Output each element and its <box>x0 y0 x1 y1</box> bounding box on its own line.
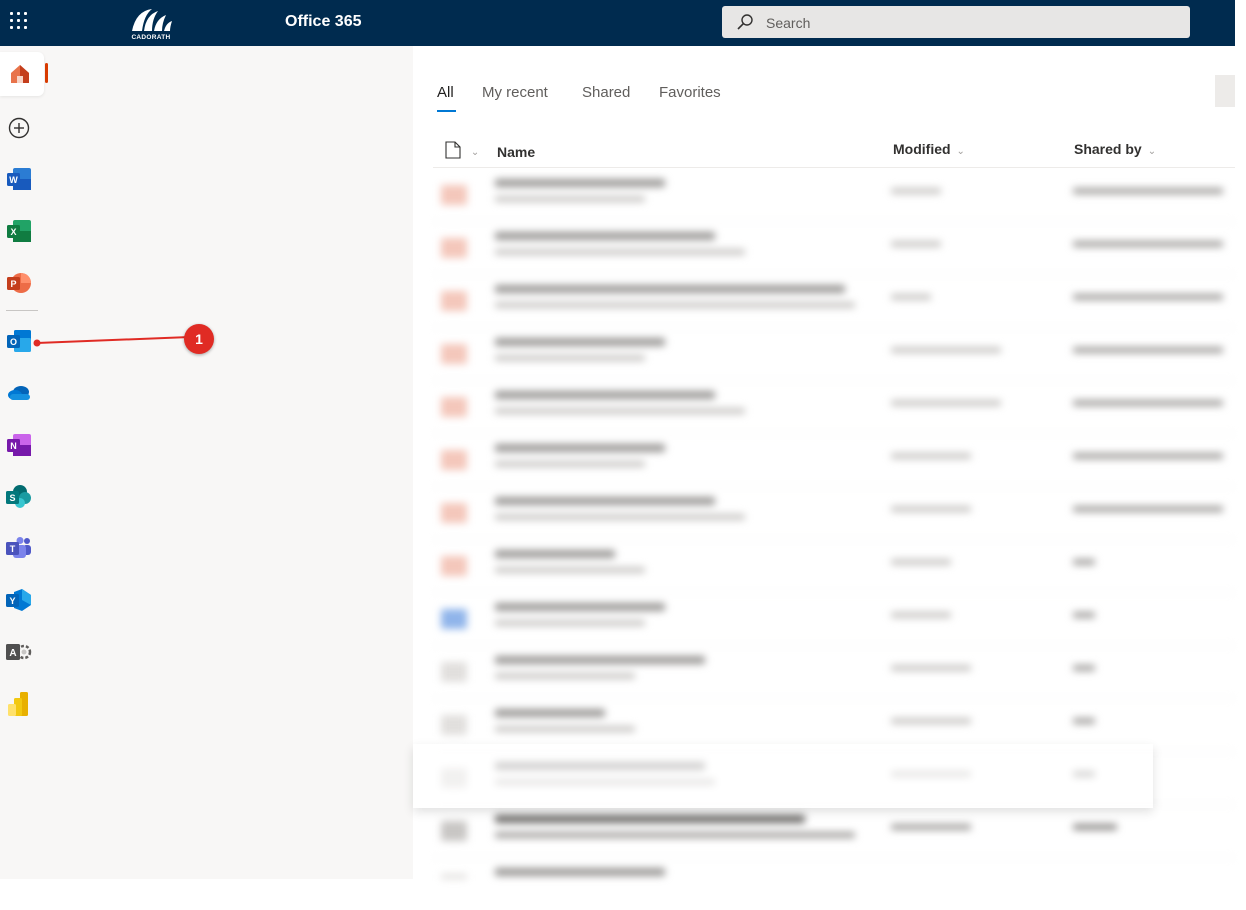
name-column-label: Name <box>497 144 536 160</box>
chevron-down-icon: ⌄ <box>1147 146 1157 157</box>
svg-text:Y: Y <box>9 596 15 606</box>
home-icon <box>11 65 29 83</box>
excel-icon: X <box>7 220 31 242</box>
document-icon <box>445 141 461 159</box>
add-circle-icon <box>8 117 30 139</box>
rail-item-teams[interactable]: T <box>3 532 35 564</box>
logo-text: CADORATH <box>131 34 171 41</box>
dimmed-overlay-band <box>413 744 1153 808</box>
modified-column-header[interactable]: Modified ⌄ <box>893 141 965 157</box>
rail-item-sharepoint[interactable]: S <box>3 481 35 513</box>
table-row[interactable] <box>433 540 1235 593</box>
search-box[interactable]: Search <box>722 6 1190 38</box>
app-launcher-icon[interactable] <box>10 12 30 32</box>
rail-item-admin[interactable]: A <box>3 636 35 668</box>
company-logo[interactable]: CADORATH <box>126 5 176 41</box>
svg-text:W: W <box>9 175 18 185</box>
rail-item-onedrive[interactable] <box>3 377 35 409</box>
powerbi-icon <box>8 692 28 716</box>
rail-item-word[interactable]: W <box>3 163 35 195</box>
svg-text:A: A <box>9 648 16 659</box>
powerpoint-icon: P <box>7 273 31 293</box>
outlook-icon: O <box>7 330 31 352</box>
svg-text:N: N <box>10 441 17 451</box>
table-row[interactable] <box>433 805 1235 858</box>
rail-item-outlook[interactable]: O <box>3 325 35 357</box>
table-row[interactable] <box>433 646 1235 699</box>
rail-divider <box>6 310 38 311</box>
sharepoint-icon: S <box>6 485 31 508</box>
active-tab-underline <box>437 110 456 112</box>
search-icon <box>737 14 753 30</box>
name-column-header[interactable]: Name <box>497 144 535 160</box>
onedrive-icon <box>8 386 30 400</box>
table-row[interactable] <box>433 434 1235 487</box>
rail-item-onenote[interactable]: N <box>3 429 35 461</box>
app-title[interactable]: Office 365 <box>285 13 361 31</box>
rail-item-excel[interactable]: X <box>3 215 35 247</box>
upload-button[interactable] <box>1215 75 1235 107</box>
callout-badge-1: 1 <box>184 324 214 354</box>
tab-my-recent[interactable]: My recent <box>482 84 548 101</box>
yammer-icon: Y <box>6 589 31 611</box>
search-placeholder: Search <box>766 15 811 31</box>
rail-item-powerpoint[interactable]: P <box>3 267 35 299</box>
table-row[interactable] <box>433 858 1235 879</box>
top-bar: CADORATH Office 365 Search <box>0 0 1235 46</box>
svg-text:O: O <box>10 337 17 347</box>
svg-text:T: T <box>10 544 16 554</box>
table-row[interactable] <box>433 381 1235 434</box>
shared-by-column-header[interactable]: Shared by ⌄ <box>1074 141 1156 157</box>
svg-text:S: S <box>9 493 15 503</box>
chevron-down-icon: ⌄ <box>470 147 480 158</box>
teams-icon: T <box>6 537 31 558</box>
table-row[interactable] <box>433 275 1235 328</box>
active-indicator <box>45 63 48 83</box>
table-row[interactable] <box>433 487 1235 540</box>
rail-item-powerbi[interactable] <box>3 688 35 720</box>
table-row[interactable] <box>433 222 1235 275</box>
chevron-down-icon: ⌄ <box>956 146 965 157</box>
modified-column-label: Modified <box>893 141 951 157</box>
tab-favorites[interactable]: Favorites <box>659 84 721 101</box>
table-row[interactable] <box>433 328 1235 381</box>
svg-text:X: X <box>10 227 16 237</box>
table-row[interactable] <box>433 593 1235 646</box>
shared-by-column-label: Shared by <box>1074 141 1142 157</box>
file-type-column-header[interactable]: ⌄ <box>445 141 479 162</box>
admin-icon: A <box>6 644 32 660</box>
rail-item-home[interactable] <box>0 52 44 96</box>
rail-item-yammer[interactable]: Y <box>3 584 35 616</box>
rail-item-create[interactable] <box>3 112 35 144</box>
app-rail: W X P O N S T Y A <box>0 46 413 879</box>
file-list-header: ⌄ Name Modified ⌄ Shared by ⌄ <box>433 135 1235 168</box>
word-icon: W <box>7 168 31 190</box>
tab-shared[interactable]: Shared <box>582 84 630 101</box>
tab-all[interactable]: All <box>437 84 454 101</box>
onenote-icon: N <box>7 434 31 456</box>
svg-text:P: P <box>10 279 16 289</box>
table-row[interactable] <box>433 169 1235 222</box>
